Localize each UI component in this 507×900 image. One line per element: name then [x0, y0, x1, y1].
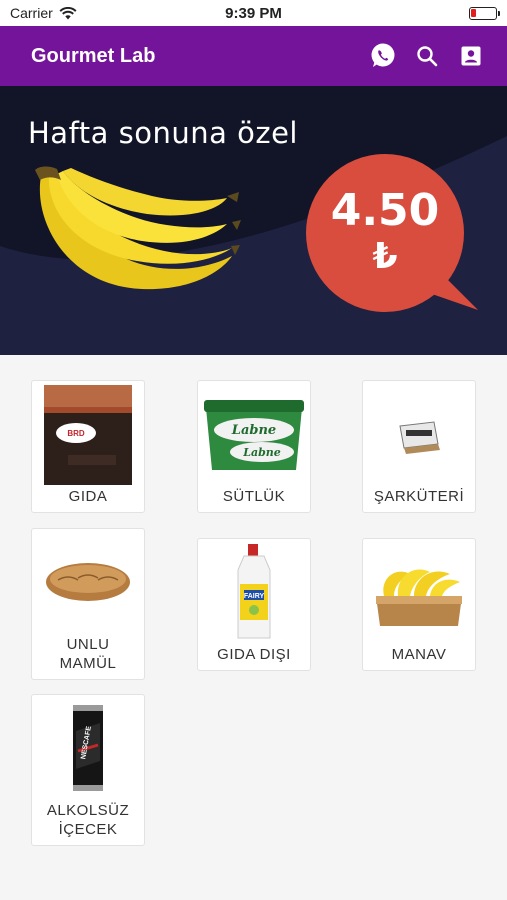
category-label: SÜTLÜK	[222, 488, 286, 505]
svg-text:Labne: Labne	[231, 423, 276, 438]
contact-card-icon	[461, 46, 481, 66]
carrier-label: Carrier	[10, 5, 53, 21]
deli-pack-image	[399, 421, 440, 454]
svg-text:Labne: Labne	[242, 446, 281, 459]
labne-tub-image: Labne Labne	[204, 400, 304, 470]
category-label: ŞARKÜTERİ	[373, 488, 465, 505]
account-button[interactable]	[457, 42, 485, 70]
category-label: GIDA	[68, 488, 108, 505]
bread-image	[46, 563, 130, 601]
promo-banner[interactable]: Hafta sonuna özel 4.50 ₺	[0, 86, 507, 355]
banana-crate-image	[376, 569, 462, 626]
battery-icon	[469, 6, 500, 20]
app-title: Gourmet Lab	[31, 44, 156, 67]
status-bar: Carrier 9:39 PM	[0, 0, 507, 26]
category-label: UNLU MAMÜL	[59, 636, 117, 672]
detergent-bottle-image: FAIRY	[237, 544, 271, 639]
whatsapp-icon	[371, 43, 395, 67]
category-label: MANAV	[391, 646, 447, 663]
price-currency: ₺	[372, 236, 398, 278]
search-icon	[417, 46, 438, 67]
wifi-icon	[59, 6, 77, 19]
status-left: Carrier	[10, 5, 77, 21]
category-label: GIDA DIŞI	[217, 646, 291, 663]
price-bubble: 4.50 ₺	[306, 154, 464, 312]
category-card-sarkuteri[interactable]: ŞARKÜTERİ	[362, 380, 476, 513]
svg-text:BRD: BRD	[67, 429, 85, 438]
banana-image	[35, 166, 241, 290]
svg-text:FAIRY: FAIRY	[244, 593, 265, 600]
banner-title: Hafta sonuna özel	[28, 116, 298, 150]
category-card-unlu-mamul[interactable]: UNLU MAMÜL	[31, 528, 145, 680]
category-card-sutluk[interactable]: Labne Labne SÜTLÜK	[197, 380, 311, 513]
app-actions	[369, 42, 485, 70]
price-value: 4.50	[330, 185, 440, 237]
category-card-manav[interactable]: MANAV	[362, 538, 476, 671]
coffee-package-image: BRD	[44, 385, 132, 485]
category-label: ALKOLSÜZ İÇECEK	[46, 802, 130, 838]
whatsapp-button[interactable]	[369, 42, 397, 70]
coffee-can-image: NESCAFE	[73, 705, 103, 791]
search-button[interactable]	[413, 42, 441, 70]
app-bar: Gourmet Lab	[0, 26, 507, 86]
category-card-gida-disi[interactable]: FAIRY GIDA DIŞI	[197, 538, 311, 671]
category-card-alkolsuz-icecek[interactable]: NESCAFE ALKOLSÜZ İÇECEK	[31, 694, 145, 846]
category-card-gida[interactable]: BRD GIDA	[31, 380, 145, 513]
